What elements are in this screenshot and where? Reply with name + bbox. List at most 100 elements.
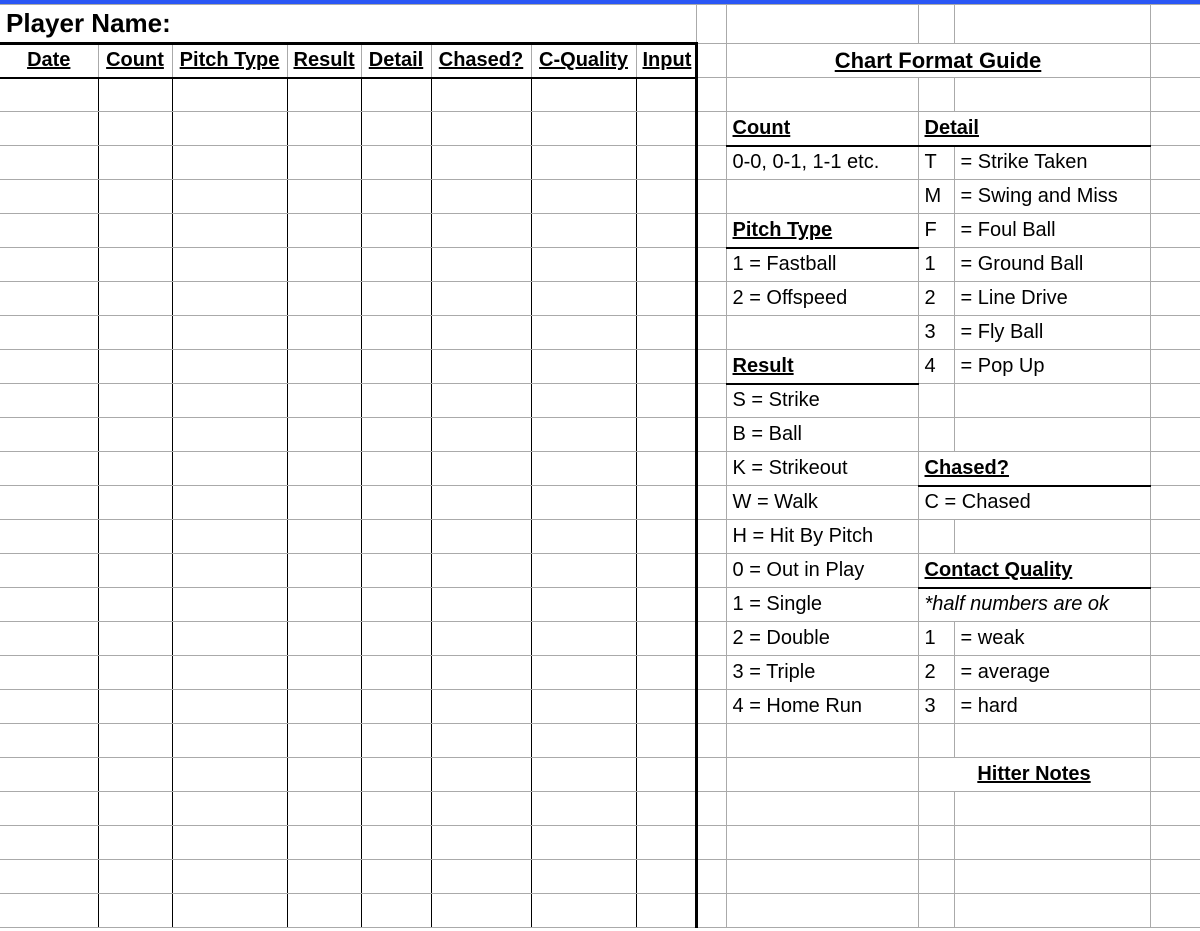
entry-cell-result[interactable] [287, 520, 361, 554]
blank-cell[interactable] [1150, 588, 1200, 622]
entry-cell-result[interactable] [287, 656, 361, 690]
blank-cell[interactable] [1150, 792, 1200, 826]
entry-cell-input[interactable] [636, 78, 696, 112]
entry-cell-input[interactable] [636, 452, 696, 486]
entry-cell-detail[interactable] [361, 520, 431, 554]
blank-cell[interactable] [918, 5, 954, 44]
entry-cell-count[interactable] [98, 894, 172, 928]
entry-cell-pitch-type[interactable] [172, 758, 287, 792]
blank-cell[interactable] [696, 452, 726, 486]
entry-cell-date[interactable] [0, 350, 98, 384]
entry-cell-c-quality[interactable] [531, 486, 636, 520]
entry-cell-result[interactable] [287, 452, 361, 486]
entry-cell-count[interactable] [98, 520, 172, 554]
entry-cell-date[interactable] [0, 384, 98, 418]
entry-cell-c-quality[interactable] [531, 826, 636, 860]
blank-cell[interactable] [696, 282, 726, 316]
entry-cell-count[interactable] [98, 656, 172, 690]
entry-cell-result[interactable] [287, 214, 361, 248]
entry-cell-input[interactable] [636, 282, 696, 316]
entry-cell-chased[interactable] [431, 350, 531, 384]
entry-cell-pitch-type[interactable] [172, 860, 287, 894]
entry-cell-date[interactable] [0, 724, 98, 758]
entry-cell-count[interactable] [98, 112, 172, 146]
entry-cell-pitch-type[interactable] [172, 690, 287, 724]
entry-cell-date[interactable] [0, 316, 98, 350]
entry-cell-c-quality[interactable] [531, 384, 636, 418]
blank-cell[interactable] [1150, 384, 1200, 418]
entry-cell-input[interactable] [636, 520, 696, 554]
entry-cell-detail[interactable] [361, 418, 431, 452]
blank-cell[interactable] [1150, 418, 1200, 452]
entry-cell-chased[interactable] [431, 418, 531, 452]
entry-cell-pitch-type[interactable] [172, 316, 287, 350]
entry-cell-input[interactable] [636, 826, 696, 860]
entry-cell-c-quality[interactable] [531, 724, 636, 758]
entry-cell-chased[interactable] [431, 622, 531, 656]
entry-cell-chased[interactable] [431, 316, 531, 350]
entry-cell-result[interactable] [287, 384, 361, 418]
entry-cell-date[interactable] [0, 78, 98, 112]
entry-cell-input[interactable] [636, 792, 696, 826]
entry-cell-c-quality[interactable] [531, 214, 636, 248]
entry-cell-result[interactable] [287, 350, 361, 384]
entry-cell-c-quality[interactable] [531, 792, 636, 826]
blank-cell[interactable] [696, 554, 726, 588]
entry-cell-chased[interactable] [431, 146, 531, 180]
entry-cell-date[interactable] [0, 180, 98, 214]
blank-cell[interactable] [1150, 690, 1200, 724]
entry-cell-input[interactable] [636, 554, 696, 588]
entry-cell-detail[interactable] [361, 78, 431, 112]
entry-cell-c-quality[interactable] [531, 452, 636, 486]
entry-cell-count[interactable] [98, 758, 172, 792]
blank-cell[interactable] [1150, 758, 1200, 792]
blank-cell[interactable] [696, 112, 726, 146]
entry-cell-c-quality[interactable] [531, 690, 636, 724]
entry-cell-pitch-type[interactable] [172, 792, 287, 826]
entry-cell-chased[interactable] [431, 452, 531, 486]
blank-cell[interactable] [696, 78, 726, 112]
entry-cell-result[interactable] [287, 418, 361, 452]
blank-cell[interactable] [1150, 520, 1200, 554]
blank-cell[interactable] [696, 724, 726, 758]
entry-cell-chased[interactable] [431, 894, 531, 928]
entry-cell-date[interactable] [0, 894, 98, 928]
entry-cell-result[interactable] [287, 78, 361, 112]
entry-cell-result[interactable] [287, 826, 361, 860]
entry-cell-c-quality[interactable] [531, 316, 636, 350]
blank-cell[interactable] [954, 5, 1150, 44]
blank-cell[interactable] [1150, 860, 1200, 894]
entry-cell-detail[interactable] [361, 146, 431, 180]
blank-cell[interactable] [1150, 146, 1200, 180]
blank-cell[interactable] [696, 690, 726, 724]
entry-cell-input[interactable] [636, 214, 696, 248]
entry-cell-result[interactable] [287, 894, 361, 928]
entry-cell-date[interactable] [0, 418, 98, 452]
entry-cell-chased[interactable] [431, 282, 531, 316]
entry-cell-detail[interactable] [361, 894, 431, 928]
entry-cell-count[interactable] [98, 486, 172, 520]
entry-cell-count[interactable] [98, 418, 172, 452]
blank-cell[interactable] [1150, 282, 1200, 316]
entry-cell-pitch-type[interactable] [172, 180, 287, 214]
entry-cell-result[interactable] [287, 180, 361, 214]
entry-cell-pitch-type[interactable] [172, 214, 287, 248]
entry-cell-date[interactable] [0, 112, 98, 146]
entry-cell-chased[interactable] [431, 656, 531, 690]
entry-cell-count[interactable] [98, 248, 172, 282]
entry-cell-chased[interactable] [431, 78, 531, 112]
entry-cell-input[interactable] [636, 656, 696, 690]
blank-cell[interactable] [696, 520, 726, 554]
entry-cell-c-quality[interactable] [531, 758, 636, 792]
entry-cell-detail[interactable] [361, 588, 431, 622]
entry-cell-pitch-type[interactable] [172, 112, 287, 146]
blank-cell[interactable] [1150, 180, 1200, 214]
entry-cell-chased[interactable] [431, 792, 531, 826]
entry-cell-input[interactable] [636, 690, 696, 724]
entry-cell-pitch-type[interactable] [172, 622, 287, 656]
blank-cell[interactable] [696, 588, 726, 622]
entry-cell-detail[interactable] [361, 656, 431, 690]
entry-cell-pitch-type[interactable] [172, 248, 287, 282]
blank-cell[interactable] [1150, 316, 1200, 350]
entry-cell-count[interactable] [98, 724, 172, 758]
